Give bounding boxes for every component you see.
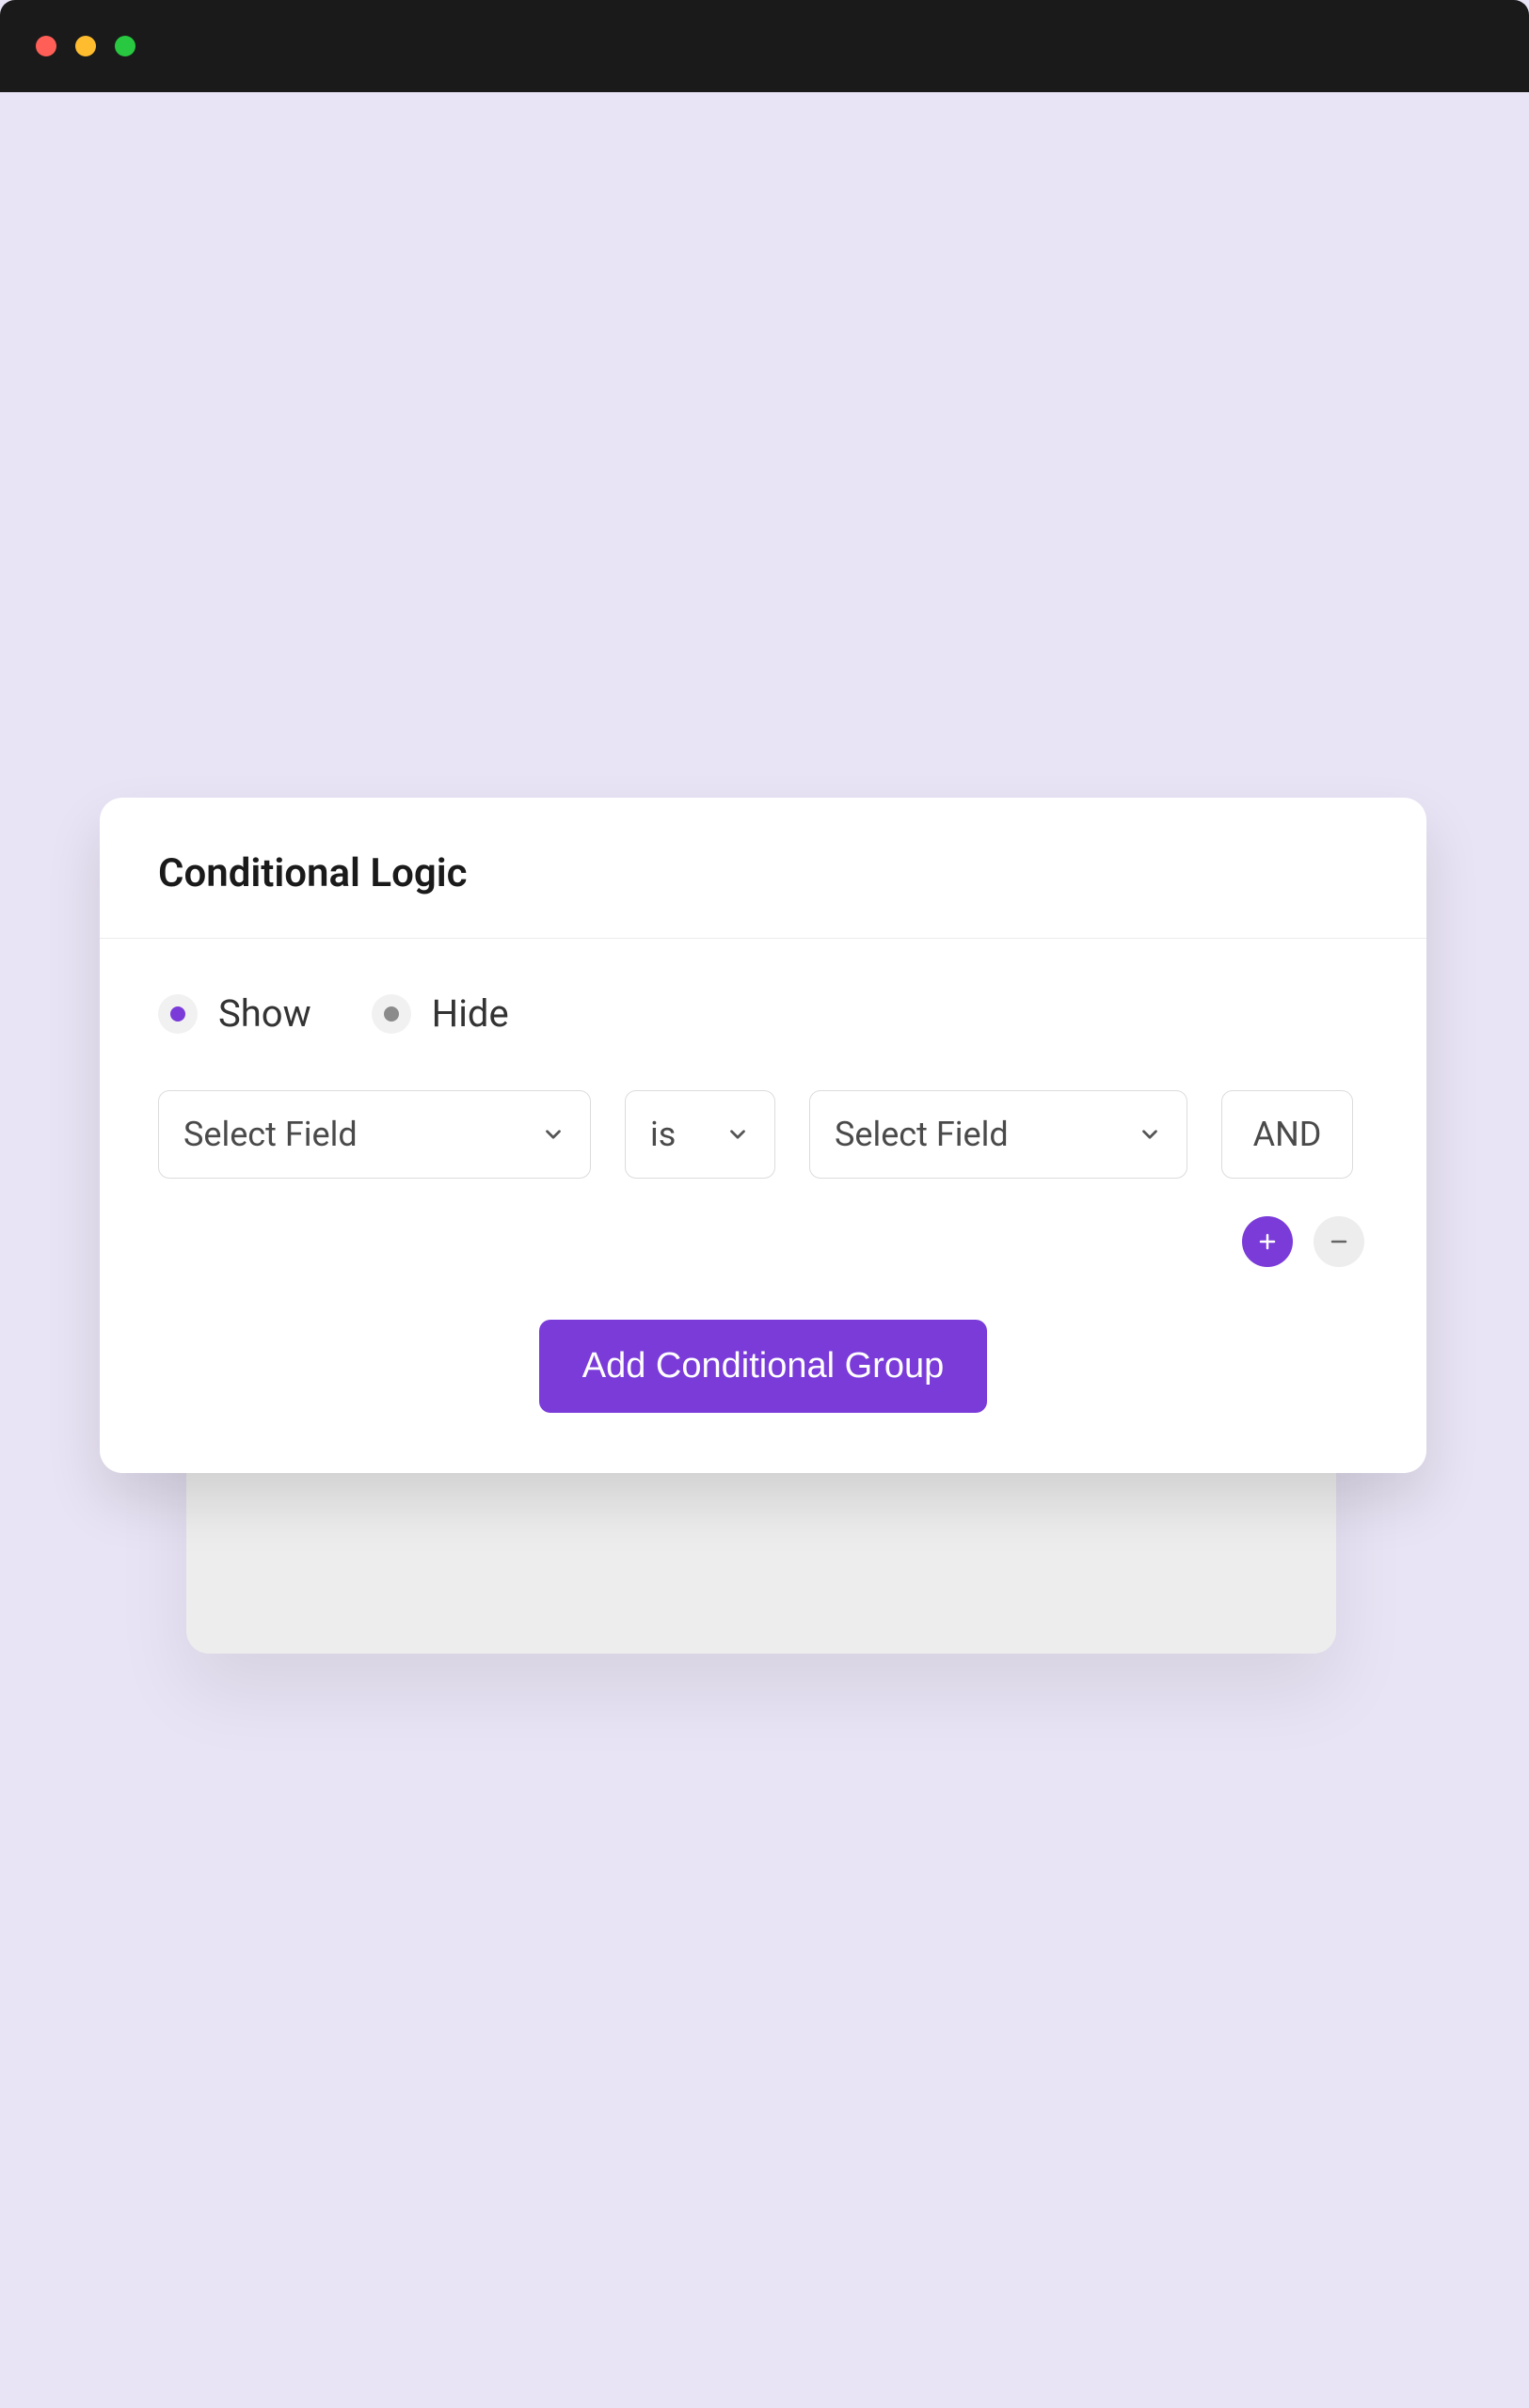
radio-button-icon — [372, 994, 411, 1034]
radio-show-label: Show — [218, 991, 311, 1036]
add-rule-button[interactable] — [1242, 1216, 1293, 1267]
radio-button-icon — [158, 994, 198, 1034]
chevron-down-icon — [541, 1122, 565, 1147]
card-header: Conditional Logic — [100, 798, 1426, 939]
radio-dot-icon — [170, 1006, 185, 1022]
operator-select[interactable]: is — [625, 1090, 775, 1179]
logic-connector[interactable]: AND — [1221, 1090, 1353, 1179]
content-area: Conditional Logic Show Hide — [0, 92, 1529, 2408]
value-select[interactable]: Select Field — [809, 1090, 1187, 1179]
add-group-row: Add Conditional Group — [158, 1320, 1368, 1413]
field-select-value: Select Field — [183, 1115, 358, 1154]
conditional-logic-card: Conditional Logic Show Hide — [100, 798, 1426, 1473]
radio-hide[interactable]: Hide — [372, 991, 509, 1036]
window-minimize-icon[interactable] — [75, 36, 96, 56]
radio-dot-icon — [384, 1006, 399, 1022]
card-body: Show Hide Select Field is — [100, 939, 1426, 1473]
operator-select-value: is — [650, 1115, 676, 1154]
add-conditional-group-button[interactable]: Add Conditional Group — [539, 1320, 987, 1413]
window-maximize-icon[interactable] — [115, 36, 135, 56]
visibility-radio-group: Show Hide — [158, 991, 1368, 1036]
chevron-down-icon — [1138, 1122, 1162, 1147]
radio-hide-label: Hide — [432, 991, 509, 1036]
rule-actions — [158, 1216, 1368, 1267]
radio-show[interactable]: Show — [158, 991, 311, 1036]
field-select[interactable]: Select Field — [158, 1090, 591, 1179]
minus-icon — [1328, 1230, 1350, 1253]
logic-connector-label: AND — [1253, 1115, 1322, 1154]
plus-icon — [1256, 1230, 1279, 1253]
card-title: Conditional Logic — [158, 850, 1368, 896]
window-close-icon[interactable] — [36, 36, 56, 56]
value-select-value: Select Field — [835, 1115, 1009, 1154]
chevron-down-icon — [725, 1122, 750, 1147]
app-window: Conditional Logic Show Hide — [0, 0, 1529, 2408]
remove-rule-button[interactable] — [1314, 1216, 1364, 1267]
condition-rule-row: Select Field is Select Field AND — [158, 1090, 1368, 1179]
titlebar — [0, 0, 1529, 92]
